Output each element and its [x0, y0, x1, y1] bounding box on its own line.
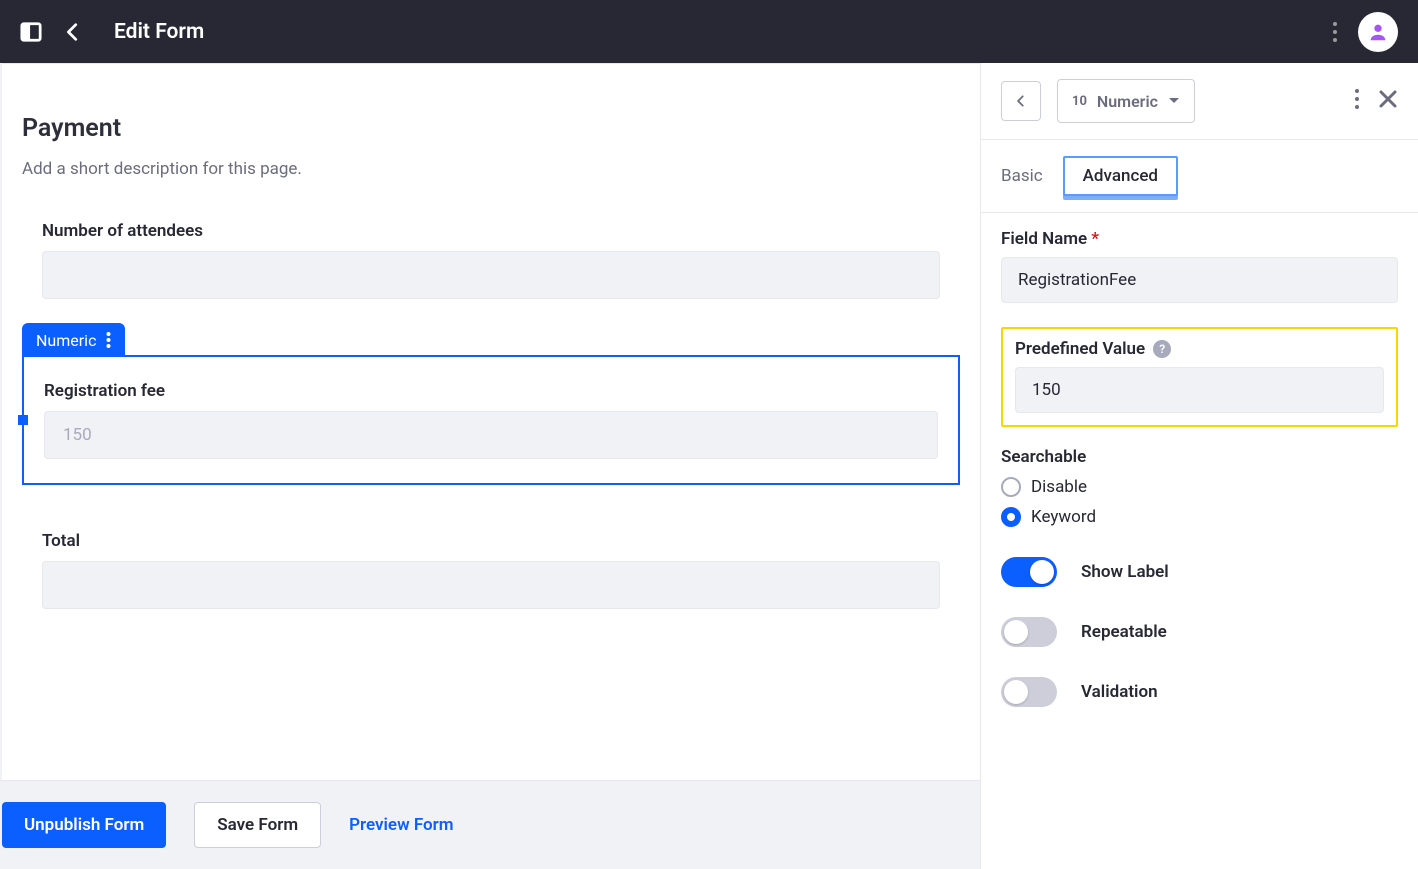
field-label: Registration fee: [44, 381, 938, 401]
field-input-placeholder: 150: [63, 425, 92, 445]
radio-label: Disable: [1031, 477, 1087, 497]
save-button[interactable]: Save Form: [194, 802, 321, 848]
panel-toggle-icon[interactable]: [20, 21, 42, 43]
repeatable-toggle[interactable]: [1001, 617, 1057, 647]
tab-basic[interactable]: Basic: [1001, 166, 1043, 186]
field-input[interactable]: 150: [44, 411, 938, 459]
toggle-label: Repeatable: [1081, 622, 1167, 642]
form-page-heading[interactable]: Payment: [22, 114, 960, 143]
page-title: Edit Form: [114, 20, 204, 44]
field-registration-fee-selected[interactable]: Numeric Registration fee 150: [22, 355, 960, 485]
caret-down-icon: [1168, 97, 1180, 105]
field-tag-more-icon: [106, 331, 111, 349]
field-input[interactable]: [42, 251, 940, 299]
preview-button[interactable]: Preview Form: [349, 815, 453, 835]
field-attendees[interactable]: Number of attendees: [22, 221, 960, 299]
field-name-input[interactable]: [1001, 257, 1398, 303]
radio-label: Keyword: [1031, 507, 1096, 527]
close-icon[interactable]: [1378, 89, 1398, 113]
field-settings-panel: 10 Numeric Basic Advanced Field Name*: [980, 63, 1418, 869]
form-page-description[interactable]: Add a short description for this page.: [22, 159, 960, 179]
selected-field-type-label: Numeric: [36, 331, 96, 350]
validation-toggle[interactable]: [1001, 677, 1057, 707]
toggle-label: Show Label: [1081, 562, 1169, 582]
unpublish-button[interactable]: Unpublish Form: [2, 802, 166, 848]
show-label-toggle-row: Show Label: [1001, 557, 1398, 587]
searchable-disable-radio[interactable]: Disable: [1001, 477, 1398, 497]
searchable-label: Searchable: [1001, 447, 1398, 467]
back-button[interactable]: [62, 21, 84, 43]
field-name-label: Field Name*: [1001, 229, 1398, 249]
help-icon[interactable]: ?: [1153, 340, 1171, 358]
predefined-value-input[interactable]: [1015, 367, 1384, 413]
field-label: Total: [42, 531, 940, 551]
field-label: Number of attendees: [42, 221, 940, 241]
field-type-label: Numeric: [1097, 92, 1158, 111]
repeatable-toggle-row: Repeatable: [1001, 617, 1398, 647]
field-total[interactable]: Total: [22, 531, 960, 609]
tab-advanced[interactable]: Advanced: [1063, 156, 1178, 196]
searchable-keyword-radio[interactable]: Keyword: [1001, 507, 1398, 527]
field-type-prefix: 10: [1072, 94, 1087, 109]
show-label-toggle[interactable]: [1001, 557, 1057, 587]
panel-more-icon[interactable]: [1354, 88, 1360, 114]
user-avatar[interactable]: [1358, 12, 1398, 52]
drag-handle-icon[interactable]: [18, 415, 28, 425]
predefined-value-label: Predefined Value ?: [1015, 339, 1384, 359]
field-input[interactable]: [42, 561, 940, 609]
validation-toggle-row: Validation: [1001, 677, 1398, 707]
header-more-icon[interactable]: [1332, 21, 1338, 43]
form-actions-bar: Unpublish Form Save Form Preview Form: [0, 780, 980, 869]
top-bar: Edit Form: [0, 0, 1418, 63]
panel-back-button[interactable]: [1001, 81, 1041, 121]
toggle-label: Validation: [1081, 682, 1158, 702]
predefined-value-highlight: Predefined Value ?: [1001, 327, 1398, 427]
selected-field-type-tag[interactable]: Numeric: [22, 323, 125, 357]
field-type-selector[interactable]: 10 Numeric: [1057, 79, 1195, 123]
